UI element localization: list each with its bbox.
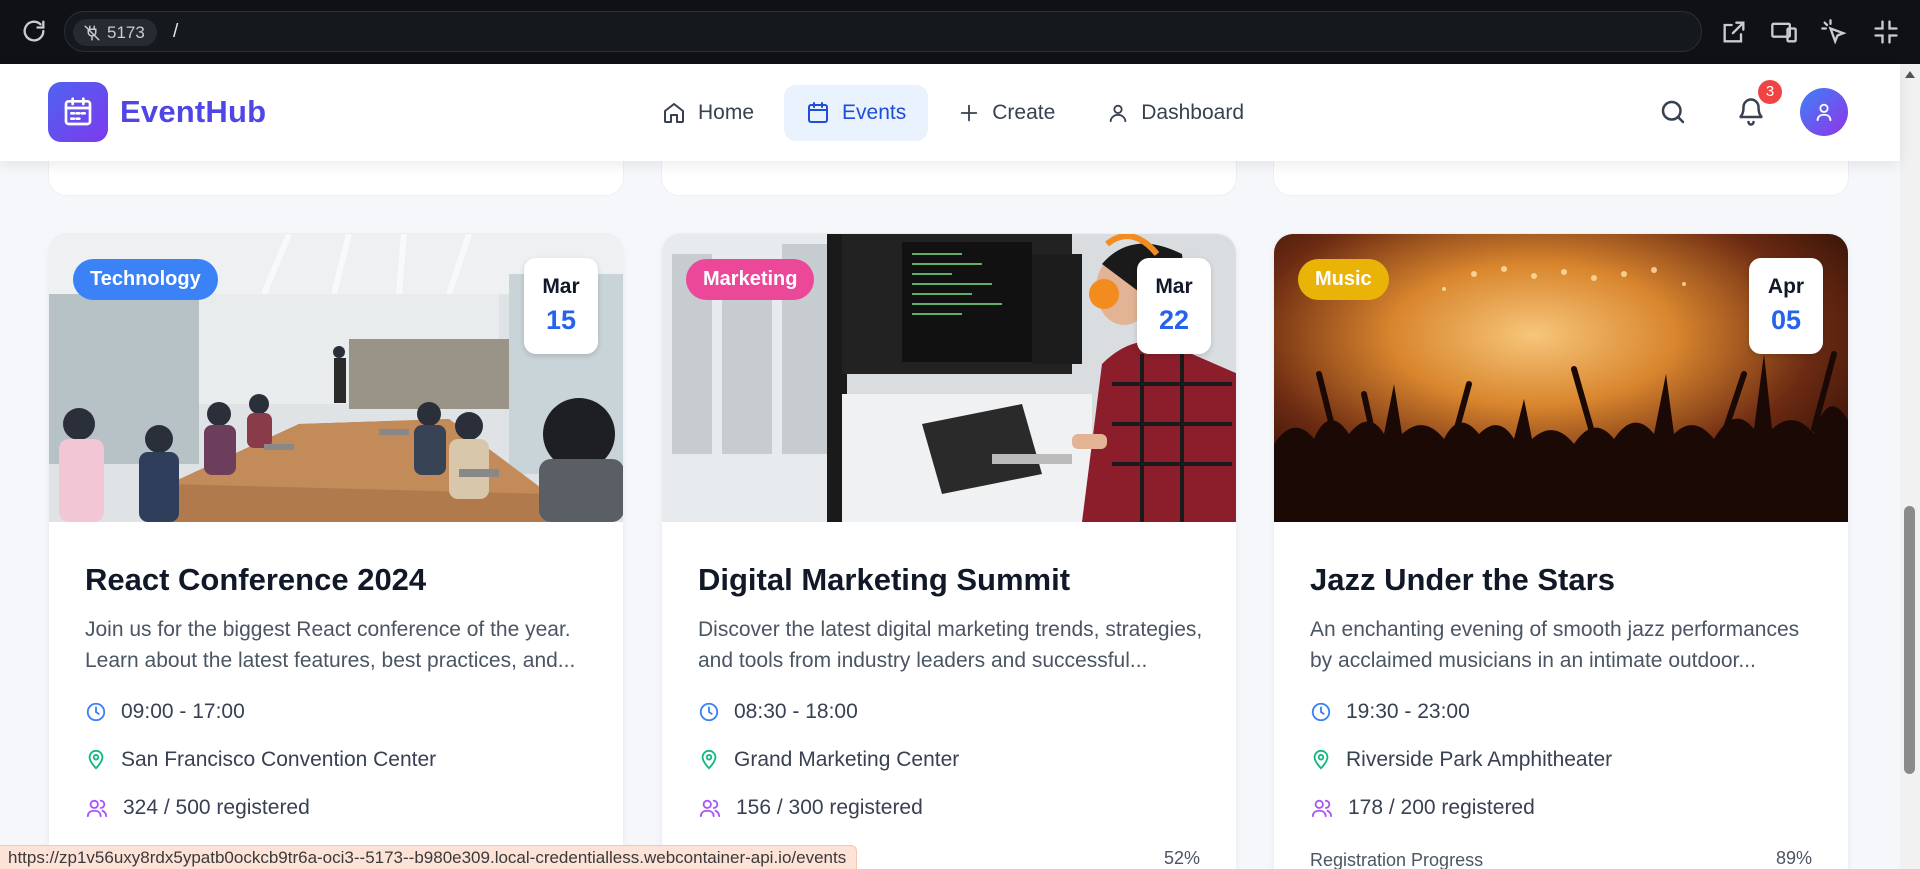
users-icon [86,799,108,818]
event-location: Grand Marketing Center [698,748,959,772]
event-location: San Francisco Convention Center [85,748,436,772]
responsive-devices-icon[interactable] [1770,18,1798,46]
category-badge: Marketing [686,259,815,300]
event-registered-text: 324 / 500 registered [123,796,310,819]
event-description-line: by acclaimed musicians in an intimate ou… [1310,649,1756,672]
browser-toolbar: 5173 / [0,0,1920,64]
logo[interactable] [48,82,108,142]
main-nav: Home Events Create Dashboard [640,85,1266,141]
calendar-logo-icon [64,97,92,126]
open-external-icon[interactable] [1720,18,1748,46]
category-badge: Music [1298,259,1389,300]
search-icon[interactable] [1658,97,1688,127]
map-pin-icon [1313,749,1329,770]
date-day: 22 [1158,305,1190,335]
event-time-text: 08:30 - 18:00 [734,700,858,723]
map-pin-icon [88,749,104,770]
event-title[interactable]: React Conference 2024 [85,562,426,598]
nav-home[interactable]: Home [640,85,776,141]
notification-badge: 3 [1758,80,1782,104]
user-icon [1110,104,1127,123]
event-registered: 178 / 200 registered [1310,796,1535,820]
nav-events[interactable]: Events [784,85,929,141]
event-description-line: Learn about the latest features, best pr… [85,649,576,672]
nav-events-label: Events [842,101,907,124]
date-month: Mar [542,275,580,298]
home-icon [664,103,684,123]
event-location-text: Grand Marketing Center [734,748,960,771]
event-title[interactable]: Digital Marketing Summit [698,562,1070,598]
bell-icon[interactable] [1736,97,1766,127]
date-day: 15 [545,305,577,335]
scrollbar-thumb[interactable] [1904,506,1915,774]
users-icon [1311,799,1333,818]
event-location-text: Riverside Park Amphitheater [1346,748,1613,771]
date-month: Apr [1767,275,1805,298]
date-badge: Apr 05 [1749,258,1823,354]
calendar-icon [808,102,829,123]
users-icon [699,799,721,818]
event-registered: 156 / 300 registered [698,796,923,820]
event-title[interactable]: Jazz Under the Stars [1310,562,1615,598]
status-bar-url: https://zp1v56uxy8rdx5ypatb0ockcb9tr6a-o… [0,845,858,869]
nav-home-label: Home [698,101,755,124]
avatar[interactable] [1800,88,1848,136]
url-path: / [173,21,179,42]
clock-icon [86,702,106,722]
minimize-icon[interactable] [1872,18,1900,46]
date-day: 05 [1770,305,1802,335]
event-description-line: and tools from industry leaders and succ… [698,649,1148,672]
event-card[interactable]: Technology Mar 15 React Conference 2024 … [48,233,624,869]
event-registered-text: 178 / 200 registered [1348,796,1535,819]
clock-icon [699,702,719,722]
event-location: Riverside Park Amphitheater [1310,748,1612,772]
plug-icon [84,25,100,41]
event-time: 19:30 - 23:00 [1310,700,1470,724]
port-number: 5173 [107,23,145,42]
event-time-text: 19:30 - 23:00 [1346,700,1470,723]
progress-label: Registration Progress [1310,850,1484,869]
event-time: 09:00 - 17:00 [85,700,245,724]
event-description: An enchanting evening of smooth jazz per… [1310,614,1822,676]
map-pin-icon [701,749,717,770]
nav-dashboard[interactable]: Dashboard [1085,85,1266,141]
inspect-cursor-icon[interactable] [1820,18,1848,46]
date-badge: Mar 15 [524,258,598,354]
event-location-text: San Francisco Convention Center [121,748,437,771]
event-time-text: 09:00 - 17:00 [121,700,245,723]
progress-percent: 52% [1163,848,1200,868]
app-header: EventHub Home Events Create Dashboard 3 [0,64,1900,161]
port-pill[interactable]: 5173 [73,19,157,46]
page-scrollbar[interactable] [1900,64,1920,869]
clock-icon [1311,702,1331,722]
address-bar[interactable]: 5173 / [64,11,1702,52]
category-badge: Technology [73,259,218,300]
date-badge: Mar 22 [1137,258,1211,354]
scroll-up-arrow-icon[interactable] [1905,71,1915,78]
brand-name[interactable]: EventHub [120,94,266,130]
plus-icon [960,104,978,122]
event-registered: 324 / 500 registered [85,796,310,820]
event-description: Discover the latest digital marketing tr… [698,614,1210,676]
event-description-line: An enchanting evening of smooth jazz per… [1310,618,1800,641]
reload-icon[interactable] [20,17,48,45]
event-description-line: Discover the latest digital marketing tr… [698,618,1203,641]
event-description: Join us for the biggest React conference… [85,614,597,676]
event-card[interactable]: Music Apr 05 Jazz Under the Stars An enc… [1273,233,1849,869]
user-avatar-icon [1816,103,1832,122]
event-card[interactable]: Marketing Mar 22 Digital Marketing Summi… [661,233,1237,869]
event-time: 08:30 - 18:00 [698,700,858,724]
nav-dashboard-label: Dashboard [1141,101,1244,124]
event-description-line: Join us for the biggest React conference… [85,618,571,641]
progress-percent: 89% [1775,848,1812,868]
event-registered-text: 156 / 300 registered [736,796,923,819]
date-month: Mar [1155,275,1193,298]
nav-create[interactable]: Create [936,85,1077,141]
nav-create-label: Create [992,101,1056,124]
